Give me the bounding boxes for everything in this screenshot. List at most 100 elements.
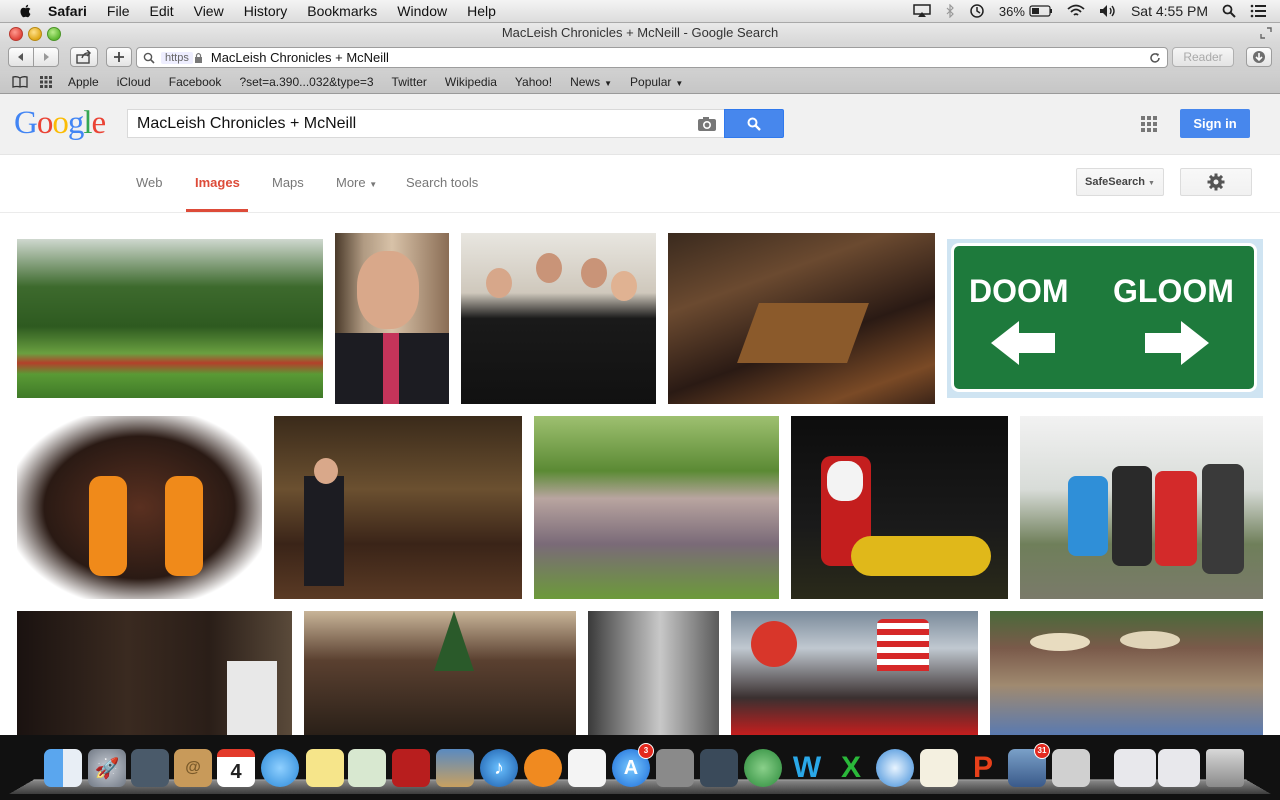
bookmark-wikipedia[interactable]: Wikipedia bbox=[445, 75, 497, 89]
spotlight-icon[interactable] bbox=[1222, 4, 1236, 18]
bookmark-folder-news[interactable]: News ▼ bbox=[570, 75, 612, 89]
safari-icon[interactable] bbox=[876, 749, 914, 787]
reminders-icon[interactable] bbox=[568, 749, 606, 787]
reload-icon[interactable] bbox=[1149, 52, 1161, 64]
search-tools-button[interactable]: Search tools bbox=[406, 175, 478, 190]
top-sites-icon[interactable] bbox=[40, 76, 52, 88]
sign-in-button[interactable]: Sign in bbox=[1180, 109, 1250, 138]
tab-more[interactable]: More ▼ bbox=[336, 175, 377, 190]
search-icon bbox=[143, 52, 155, 64]
apps-grid-icon[interactable] bbox=[1141, 116, 1157, 132]
zoom-window-button[interactable] bbox=[47, 27, 61, 41]
app-store-icon[interactable]: A3 bbox=[612, 743, 654, 787]
launchpad-icon[interactable]: 🚀 bbox=[88, 749, 126, 787]
photo-booth-icon[interactable] bbox=[392, 749, 430, 787]
menu-edit[interactable]: Edit bbox=[149, 3, 173, 19]
powerpoint-icon[interactable]: P bbox=[964, 749, 1002, 787]
notification-center-icon[interactable] bbox=[1250, 4, 1266, 18]
battery-icon[interactable] bbox=[1029, 5, 1053, 17]
google-logo[interactable]: Google bbox=[14, 105, 106, 142]
image-result-couples-in-black[interactable] bbox=[461, 233, 656, 404]
finder-icon[interactable] bbox=[44, 749, 82, 787]
close-window-button[interactable] bbox=[9, 27, 23, 41]
word-icon[interactable]: W bbox=[788, 749, 826, 787]
search-button[interactable] bbox=[724, 109, 784, 138]
minimized-document-icon[interactable] bbox=[1158, 749, 1200, 787]
image-result-christmas-moose-lights[interactable] bbox=[17, 416, 262, 599]
tab-maps[interactable]: Maps bbox=[272, 175, 304, 190]
bluetooth-icon[interactable] bbox=[945, 4, 955, 18]
time-machine-icon[interactable] bbox=[969, 3, 985, 19]
menu-view[interactable]: View bbox=[194, 3, 224, 19]
bookmark-facebook[interactable]: Facebook bbox=[169, 75, 222, 89]
preview-icon[interactable] bbox=[348, 749, 386, 787]
wifi-icon[interactable] bbox=[1067, 4, 1085, 18]
image-result-santa-on-motorcycle[interactable] bbox=[791, 416, 1008, 599]
image-result-christmas-family-gathering[interactable] bbox=[304, 611, 576, 735]
address-bar[interactable]: https MacLeish Chronicles + McNeill bbox=[136, 47, 1168, 68]
system-preferences-icon[interactable] bbox=[656, 749, 694, 787]
menu-bookmarks[interactable]: Bookmarks bbox=[307, 3, 377, 19]
bookmark-icloud[interactable]: iCloud bbox=[117, 75, 151, 89]
share-button[interactable] bbox=[70, 47, 98, 67]
bookmark-twitter[interactable]: Twitter bbox=[392, 75, 427, 89]
image-result-garden-welcome-sign[interactable] bbox=[17, 239, 323, 398]
utilities-icon[interactable] bbox=[1052, 749, 1090, 787]
settings-button[interactable] bbox=[1180, 168, 1252, 196]
calendar-icon[interactable]: 4 bbox=[217, 749, 255, 787]
contacts-icon[interactable]: @ bbox=[174, 749, 212, 787]
image-result-doom-gloom-sign[interactable]: DOOM GLOOM bbox=[947, 239, 1263, 398]
iphoto-icon[interactable] bbox=[436, 749, 474, 787]
image-result-four-hikers-coastline[interactable] bbox=[1020, 416, 1263, 599]
image-result-dinner-party-tables[interactable] bbox=[274, 416, 522, 599]
minimize-window-button[interactable] bbox=[28, 27, 42, 41]
active-tab-indicator bbox=[186, 209, 248, 212]
menu-help[interactable]: Help bbox=[467, 3, 496, 19]
volume-icon[interactable] bbox=[1099, 4, 1117, 18]
image-result-uncle-sam-hat-crowd[interactable] bbox=[731, 611, 978, 735]
menu-file[interactable]: File bbox=[107, 3, 130, 19]
new-tab-button[interactable] bbox=[106, 47, 132, 67]
safesearch-dropdown[interactable]: SafeSearch ▼ bbox=[1076, 168, 1164, 196]
downloader-icon[interactable] bbox=[744, 749, 782, 787]
tab-web[interactable]: Web bbox=[136, 175, 163, 190]
mail-icon[interactable]: 31 bbox=[1008, 743, 1050, 787]
menu-clock[interactable]: Sat 4:55 PM bbox=[1131, 3, 1208, 19]
image-result-man-in-suit-portrait[interactable] bbox=[335, 233, 449, 404]
menu-window[interactable]: Window bbox=[397, 3, 447, 19]
itunes-icon[interactable]: ♪ bbox=[480, 749, 518, 787]
ibooks-icon[interactable] bbox=[524, 749, 562, 787]
paint-icon[interactable] bbox=[920, 749, 958, 787]
bookmark-apple[interactable]: Apple bbox=[68, 75, 99, 89]
back-button[interactable] bbox=[8, 47, 34, 67]
messages-icon[interactable] bbox=[261, 749, 299, 787]
bookmark-yahoo[interactable]: Yahoo! bbox=[515, 75, 552, 89]
reading-list-icon[interactable] bbox=[12, 76, 28, 88]
excel-icon[interactable]: X bbox=[832, 749, 870, 787]
camera-icon[interactable] bbox=[697, 116, 717, 132]
image-result-restaurant-party[interactable] bbox=[668, 233, 935, 404]
mail-badge: 31 bbox=[1034, 743, 1050, 759]
tab-images[interactable]: Images bbox=[195, 175, 240, 190]
facetime-icon[interactable] bbox=[700, 749, 738, 787]
trash-icon[interactable] bbox=[1206, 749, 1244, 787]
airplay-icon[interactable] bbox=[913, 4, 931, 18]
bookmarks-bar: Apple iCloud Facebook ?set=a.390...032&t… bbox=[0, 71, 1280, 94]
apple-icon[interactable] bbox=[18, 3, 34, 19]
bookmark-facebook-set[interactable]: ?set=a.390...032&type=3 bbox=[239, 75, 373, 89]
image-result-black-white-street[interactable] bbox=[588, 611, 719, 735]
mission-control-icon[interactable] bbox=[131, 749, 169, 787]
bookmark-folder-popular[interactable]: Popular ▼ bbox=[630, 75, 683, 89]
fullscreen-icon[interactable] bbox=[1260, 27, 1272, 39]
menu-app-name[interactable]: Safari bbox=[48, 3, 87, 19]
stickies-icon[interactable] bbox=[306, 749, 344, 787]
minimized-document-icon[interactable] bbox=[1114, 749, 1156, 787]
image-result-formal-group-photo[interactable] bbox=[17, 611, 292, 735]
search-input[interactable]: MacLeish Chronicles + McNeill bbox=[127, 109, 725, 138]
menu-history[interactable]: History bbox=[244, 3, 288, 19]
reader-button[interactable]: Reader bbox=[1172, 47, 1234, 67]
image-result-three-elderly-in-hats[interactable] bbox=[990, 611, 1263, 735]
forward-button[interactable] bbox=[33, 47, 59, 67]
downloads-button[interactable] bbox=[1246, 47, 1272, 67]
image-result-large-family-group[interactable] bbox=[534, 416, 779, 599]
